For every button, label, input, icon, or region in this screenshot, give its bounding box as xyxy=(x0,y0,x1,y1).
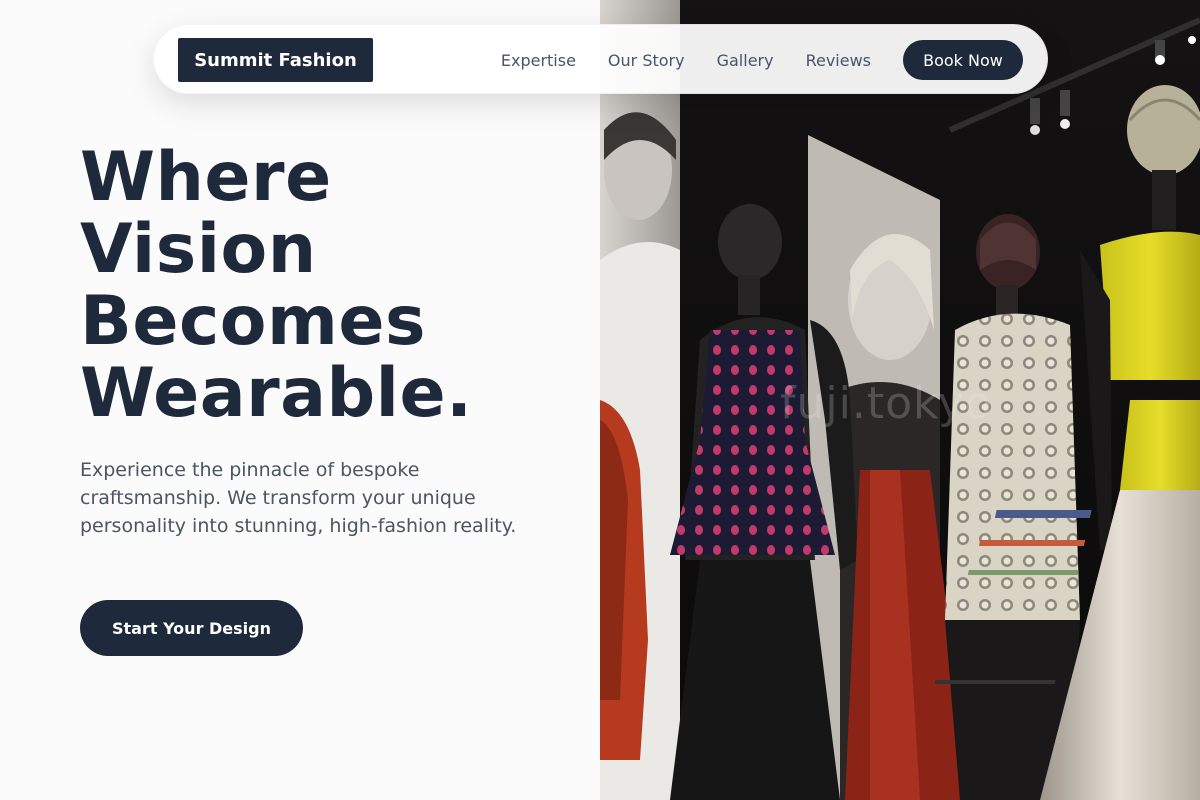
nav-link-our-story[interactable]: Our Story xyxy=(608,51,685,70)
nav-link-gallery[interactable]: Gallery xyxy=(717,51,774,70)
hero-section: Where Vision Becomes Wearable. Experienc… xyxy=(0,0,600,800)
photo-watermark: fuji.tokyo xyxy=(780,378,993,429)
headline-line: Wearable. xyxy=(80,354,473,433)
headline-line: Where xyxy=(80,138,332,217)
fashion-exhibit-photo: fuji.tokyo xyxy=(600,0,1200,800)
top-navigation: Summit Fashion Expertise Our Story Galle… xyxy=(153,24,1048,94)
nav-link-expertise[interactable]: Expertise xyxy=(501,51,576,70)
nav-link-reviews[interactable]: Reviews xyxy=(806,51,871,70)
hero-subtext: Experience the pinnacle of bespoke craft… xyxy=(80,459,517,537)
headline-line: Becomes xyxy=(80,282,426,361)
headline-line: Vision xyxy=(80,210,317,289)
hero-headline: Where Vision Becomes Wearable. xyxy=(80,142,580,430)
brand-logo[interactable]: Summit Fashion xyxy=(178,38,373,82)
start-design-button[interactable]: Start Your Design xyxy=(80,600,303,656)
nav-links: Expertise Our Story Gallery Reviews xyxy=(501,25,871,95)
book-now-button[interactable]: Book Now xyxy=(903,40,1023,80)
